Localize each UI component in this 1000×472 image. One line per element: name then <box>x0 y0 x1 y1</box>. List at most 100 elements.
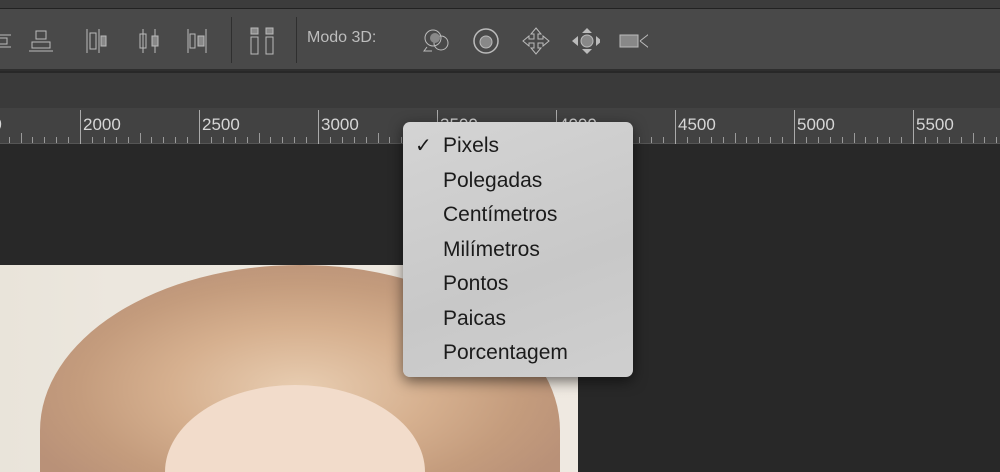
menu-item-label: Paicas <box>443 306 507 330</box>
mode-3d-label: Modo 3D: <box>307 29 377 46</box>
ruler-minor-tick <box>103 137 105 143</box>
ruler-minor-tick <box>639 137 641 143</box>
ruler-minor-tick <box>924 137 926 143</box>
ruler-minor-tick <box>889 137 891 143</box>
ruler-minor-tick <box>127 137 129 143</box>
ruler-minor-tick <box>8 137 10 143</box>
orbit-3d-icon[interactable] <box>421 27 451 55</box>
ruler-minor-tick <box>770 137 772 143</box>
ruler-minor-tick <box>734 133 736 143</box>
ruler-minor-tick <box>246 137 248 143</box>
ruler-minor-tick <box>853 133 855 143</box>
ruler-minor-tick <box>841 137 843 143</box>
ruler-minor-tick <box>175 137 177 143</box>
drag-3d-icon[interactable] <box>521 27 551 55</box>
ruler-major-tick <box>794 110 795 144</box>
separator <box>231 17 232 63</box>
ruler-minor-tick <box>258 133 260 143</box>
ruler-minor-tick <box>91 137 93 143</box>
ruler-minor-tick <box>877 137 879 143</box>
separator <box>296 17 297 63</box>
ruler-minor-tick <box>710 137 712 143</box>
ruler-minor-tick <box>663 137 665 143</box>
ruler-label: 5500 <box>916 115 954 134</box>
ruler-minor-tick <box>389 137 391 143</box>
ruler-minor-tick <box>210 137 212 143</box>
ruler-minor-tick <box>722 137 724 143</box>
menu-item-centimetros[interactable]: Centímetros <box>403 198 633 233</box>
ruler-minor-tick <box>270 137 272 143</box>
ruler-minor-tick <box>32 137 34 143</box>
ruler-minor-tick <box>234 137 236 143</box>
menu-item-label: Porcentagem <box>443 341 568 364</box>
ruler-minor-tick <box>901 137 903 143</box>
ruler-minor-tick <box>972 133 974 143</box>
ruler-major-tick <box>80 110 81 144</box>
menu-item-label: Centímetros <box>443 203 558 226</box>
distribute-horizontal-centers-icon[interactable] <box>134 27 164 55</box>
ruler-major-tick <box>913 110 914 144</box>
menu-item-label: Polegadas <box>443 168 543 192</box>
ruler-major-tick <box>318 110 319 144</box>
menu-item-polegadas[interactable]: Polegadas <box>403 164 633 199</box>
ruler-label: 4500 <box>678 115 716 134</box>
ruler-major-tick <box>199 110 200 144</box>
ruler-minor-tick <box>377 133 379 143</box>
ruler-minor-tick <box>865 137 867 143</box>
ruler-minor-tick <box>651 137 653 143</box>
ruler-minor-tick <box>984 137 986 143</box>
ruler-label: 3000 <box>321 115 359 134</box>
ruler-minor-tick <box>817 137 819 143</box>
menu-item-paicas[interactable]: Paicas <box>403 302 633 337</box>
ruler-minor-tick <box>805 137 807 143</box>
menu-item-pontos[interactable]: Pontos <box>403 267 633 302</box>
ruler-label: 5000 <box>797 115 835 134</box>
ruler-minor-tick <box>353 137 355 143</box>
menu-item-milimetros[interactable]: Milímetros <box>403 233 633 268</box>
ruler-minor-tick <box>282 137 284 143</box>
auto-align-layers-icon[interactable] <box>248 27 278 55</box>
ruler-minor-tick <box>139 133 141 143</box>
menu-item-porcentagem[interactable]: Porcentagem <box>403 336 633 371</box>
document-tab-area <box>0 73 1000 108</box>
distribute-left-icon[interactable] <box>82 27 112 55</box>
ruler-minor-tick <box>746 137 748 143</box>
menu-item-pixels[interactable]: ✓ Pixels <box>403 129 633 164</box>
ruler-label: 1500 <box>0 115 2 135</box>
slide-3d-icon[interactable] <box>570 27 600 55</box>
ruler-minor-tick <box>329 137 331 143</box>
ruler-minor-tick <box>68 137 70 143</box>
ruler-minor-tick <box>782 137 784 143</box>
ruler-minor-tick <box>365 137 367 143</box>
ruler-minor-tick <box>151 137 153 143</box>
scale-3d-camera-icon[interactable] <box>618 27 648 55</box>
menu-item-label: Milímetros <box>443 237 540 261</box>
ruler-minor-tick <box>698 137 700 143</box>
ruler-minor-tick <box>686 137 688 143</box>
ruler-minor-tick <box>20 133 22 143</box>
ruler-minor-tick <box>294 137 296 143</box>
ruler-minor-tick <box>758 137 760 143</box>
ruler-major-tick <box>675 110 676 144</box>
ruler-minor-tick <box>341 137 343 143</box>
ruler-units-menu: ✓ Pixels Polegadas Centímetros Milímetros Pon… <box>403 122 633 377</box>
menu-item-label: Pixels <box>443 134 500 157</box>
ruler-minor-tick <box>948 137 950 143</box>
ruler-minor-tick <box>222 137 224 143</box>
checkmark-icon: ✓ <box>415 135 432 157</box>
ruler-minor-tick <box>829 137 831 143</box>
ruler-minor-tick <box>306 137 308 143</box>
align-left-partial-icon[interactable] <box>0 27 16 55</box>
ruler-minor-tick <box>163 137 165 143</box>
distribute-right-icon[interactable] <box>182 27 212 55</box>
roll-3d-icon[interactable] <box>471 27 501 55</box>
ruler-minor-tick <box>960 137 962 143</box>
ruler-minor-tick <box>56 137 58 143</box>
ruler-minor-tick <box>187 137 189 143</box>
ruler-label: 2000 <box>83 115 121 134</box>
ruler-minor-tick <box>996 137 998 143</box>
align-bottom-edges-icon[interactable] <box>26 27 56 55</box>
menu-item-label: Pontos <box>443 272 509 295</box>
top-strip <box>0 0 1000 9</box>
ruler-minor-tick <box>115 137 117 143</box>
